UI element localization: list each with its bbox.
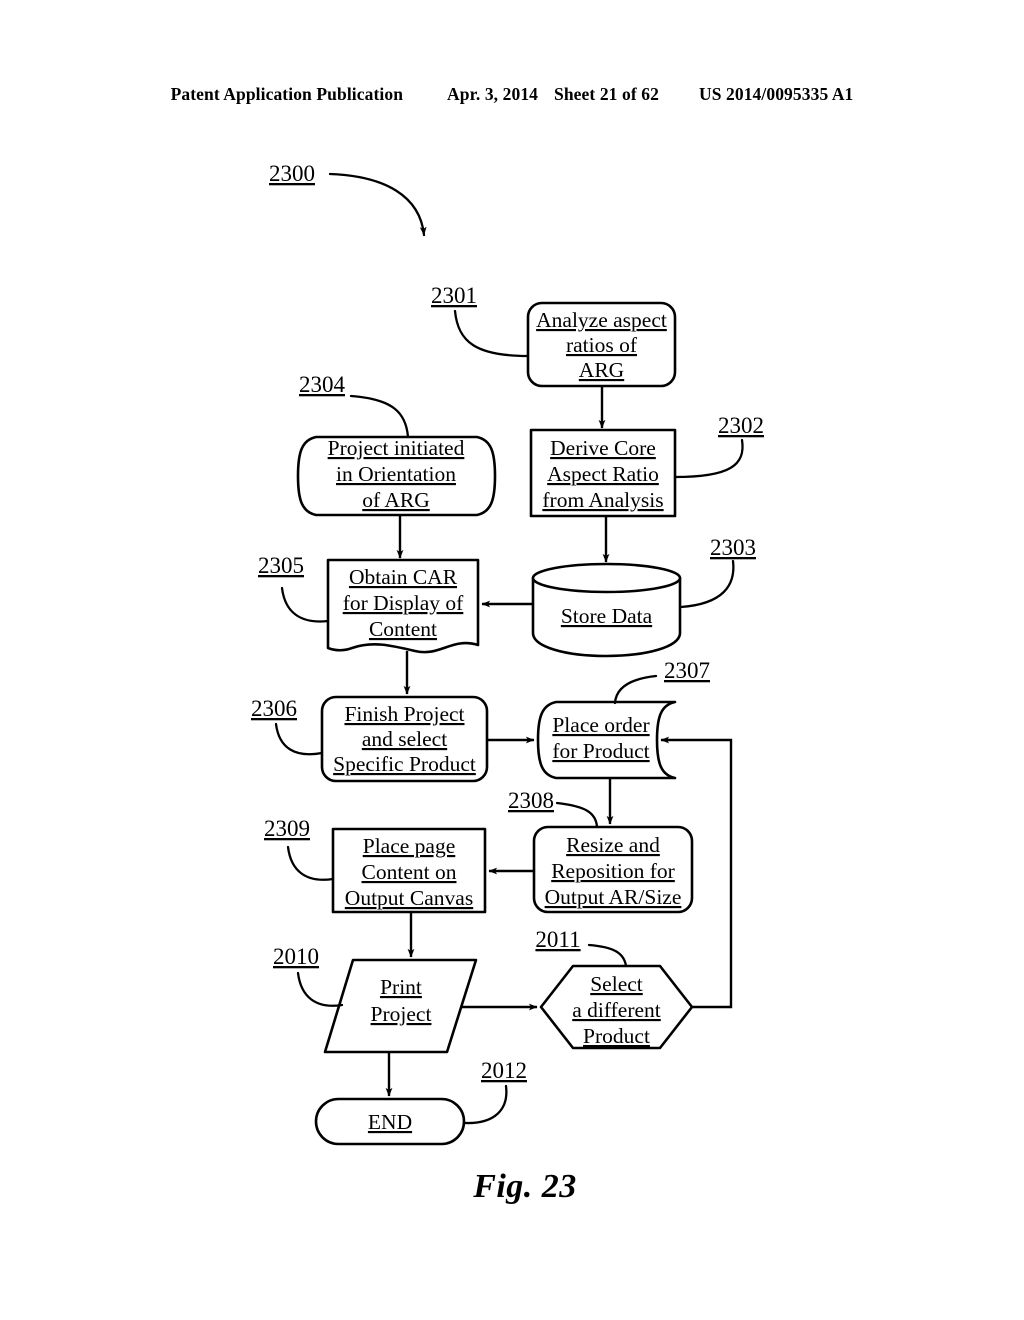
- figure-caption: Fig. 23: [0, 1168, 1024, 1206]
- ref-label-2309: 2309: [264, 816, 310, 841]
- ref-label-2303: 2303: [710, 535, 756, 560]
- ref-label-2304: 2304: [299, 372, 346, 397]
- leader-2307: [613, 674, 658, 705]
- node-2309-line1: Place page: [363, 834, 456, 858]
- node-2304-line1: Project initiated: [328, 436, 465, 460]
- node-2304-line2: in Orientation: [336, 462, 456, 486]
- leader-2010: [296, 971, 344, 1007]
- node-2303-line1: Store Data: [561, 604, 653, 628]
- leader-2012: [463, 1084, 508, 1125]
- leader-2306: [274, 722, 324, 756]
- leader-2309: [286, 845, 335, 881]
- node-2306-line3: Specific Product: [333, 752, 476, 776]
- node-2011-line1: Select: [590, 972, 643, 996]
- node-2306-line2: and select: [362, 727, 447, 751]
- node-2309-line3: Output Canvas: [345, 886, 473, 910]
- node-2308-line1: Resize and: [566, 833, 660, 857]
- ref-label-2300: 2300: [269, 161, 315, 186]
- ref-label-2011: 2011: [535, 927, 580, 952]
- ref-label-2305: 2305: [258, 553, 304, 578]
- flowchart-figure: Analyze aspect ratios of ARG Derive Core…: [251, 161, 764, 1146]
- node-2306-line1: Finish Project: [344, 702, 464, 726]
- leader-2011: [587, 943, 628, 968]
- figure-caption-text: Fig. 23: [473, 1168, 577, 1205]
- ref-label-2307: 2307: [664, 658, 710, 683]
- ref-label-2302: 2302: [718, 413, 764, 438]
- ref-label-2308: 2308: [508, 788, 554, 813]
- node-2308-line2: Reposition for: [551, 859, 675, 883]
- leader-2300: [328, 172, 427, 237]
- ref-label-2010: 2010: [273, 944, 319, 969]
- ref-label-2301: 2301: [431, 283, 477, 308]
- node-2302-line1: Derive Core: [550, 436, 656, 460]
- leader-2302: [673, 438, 744, 479]
- node-2304-line3: of ARG: [362, 488, 430, 512]
- leader-2305: [280, 586, 330, 623]
- ref-label-2012: 2012: [481, 1058, 527, 1083]
- leader-2301: [453, 309, 530, 358]
- node-2302-line3: from Analysis: [542, 488, 663, 512]
- node-2010-line2: Project: [371, 1002, 432, 1026]
- node-2308-line3: Output AR/Size: [545, 885, 682, 909]
- node-2011-line2: a different: [572, 998, 661, 1022]
- node-2307-line1: Place order: [552, 713, 649, 737]
- node-2011-line3: Product: [583, 1024, 650, 1048]
- node-2309-line2: Content on: [362, 860, 457, 884]
- node-2305-line1: Obtain CAR: [349, 565, 458, 589]
- node-2305-line2: for Display of: [343, 591, 464, 615]
- node-2303-top: [531, 562, 682, 594]
- ref-label-2306: 2306: [251, 696, 297, 721]
- patent-page: Patent Application Publication Apr. 3, 2…: [0, 0, 1024, 1320]
- node-2305-line3: Content: [369, 617, 437, 641]
- node-2307-line2: for Product: [552, 739, 649, 763]
- node-2012-line1: END: [368, 1110, 412, 1134]
- node-2010-line1: Print: [380, 975, 422, 999]
- leader-2304: [349, 394, 410, 439]
- node-2301-line3: ARG: [579, 358, 624, 382]
- leader-2303: [679, 559, 735, 609]
- node-2302-line2: Aspect Ratio: [547, 462, 659, 486]
- node-2301-line1: Analyze aspect: [536, 308, 667, 332]
- node-2301-line2: ratios of: [566, 333, 638, 357]
- leader-2308: [555, 801, 599, 829]
